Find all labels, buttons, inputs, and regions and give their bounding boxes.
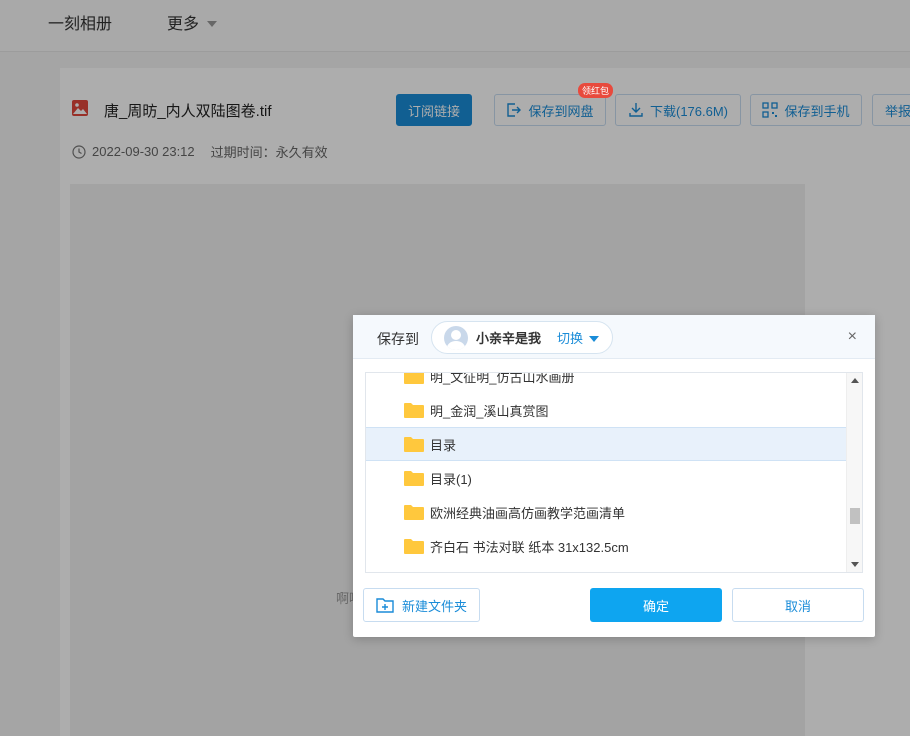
folder-name: 明_金润_溪山真赏图 xyxy=(430,403,549,419)
account-name: 小亲辛是我 xyxy=(476,331,542,346)
folder-icon xyxy=(404,573,424,574)
scroll-up-arrow-icon[interactable] xyxy=(851,378,859,383)
cancel-button[interactable]: 取消 xyxy=(732,588,864,622)
close-icon[interactable]: × xyxy=(848,329,857,345)
folder-row[interactable]: 目录(1) xyxy=(366,461,848,495)
folder-name: 明_文征明_仿古山水画册 xyxy=(430,372,575,385)
scroll-down-arrow-icon[interactable] xyxy=(851,562,859,567)
new-folder-button[interactable]: 新建文件夹 xyxy=(363,588,480,622)
switch-account-label: 切换 xyxy=(557,331,584,346)
folder-row[interactable]: 明_文征明_仿古山水画册 xyxy=(366,372,848,393)
account-selector[interactable]: 小亲辛是我 切换 xyxy=(431,321,613,354)
caret-down-icon xyxy=(589,335,600,342)
dialog-title: 保存到 xyxy=(377,331,419,347)
folder-name: 齐白石 书法对联 纸本 31x132.5cm xyxy=(430,539,629,555)
folder-row[interactable]: 欧洲经典油画高仿画教学范画清单 xyxy=(366,495,848,529)
avatar xyxy=(444,325,468,350)
folder-row[interactable]: 齐白石 书法对联 纸本 31x132.5cm xyxy=(366,529,848,563)
dialog-header: 保存到 小亲辛是我 切换 × xyxy=(353,315,875,359)
folder-name: 目录(1) xyxy=(430,471,472,487)
folder-list-items: 明_文征明_仿古山水画册 明_金润_溪山真赏图 目录目录(1) 欧洲经典油画高仿画教学… xyxy=(366,372,848,574)
folder-icon xyxy=(404,436,424,452)
scrollbar[interactable] xyxy=(846,373,862,572)
folder-icon xyxy=(404,470,424,486)
new-folder-label: 新建文件夹 xyxy=(401,598,467,614)
folder-name: 齐白石 山水 对联 xyxy=(430,571,528,573)
scrollbar-thumb[interactable] xyxy=(850,508,860,524)
confirm-button[interactable]: 确定 xyxy=(590,588,722,622)
red-packet-badge: 领红包 xyxy=(578,83,614,98)
folder-icon xyxy=(404,373,424,384)
folder-list[interactable]: 明_文征明_仿古山水画册 明_金润_溪山真赏图 目录目录(1) 欧洲经典油画高仿画教学… xyxy=(365,372,863,573)
folder-row[interactable]: 目录 xyxy=(366,427,848,461)
folder-name: 目录 xyxy=(430,437,457,453)
folder-plus-icon xyxy=(376,598,394,613)
folder-name: 欧洲经典油画高仿画教学范画清单 xyxy=(430,505,626,521)
folder-icon xyxy=(404,402,424,418)
folder-icon xyxy=(404,538,424,554)
save-to-dialog: 保存到 小亲辛是我 切换 × 明_文征明_仿古山水画册 明_金润_溪山真赏图 目录目… xyxy=(353,315,875,637)
folder-icon xyxy=(404,504,424,520)
switch-account-button[interactable]: 切换 xyxy=(557,328,600,347)
folder-row[interactable]: 齐白石 山水 对联 xyxy=(366,563,848,574)
folder-row[interactable]: 明_金润_溪山真赏图 xyxy=(366,393,848,427)
